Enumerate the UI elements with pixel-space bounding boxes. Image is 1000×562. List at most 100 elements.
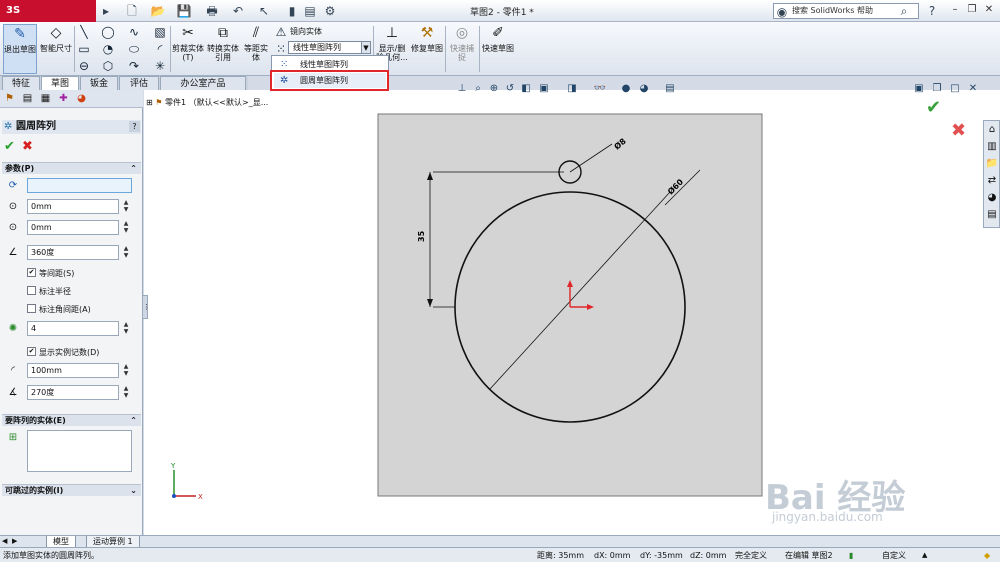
file-explorer-icon[interactable]: 📁 [985, 157, 999, 171]
appearances-icon[interactable]: ◕ [985, 191, 999, 205]
confirm-cancel-icon[interactable]: ✖ [951, 120, 966, 141]
triad-origin [172, 494, 176, 498]
home-icon[interactable]: ⌂ [985, 123, 999, 137]
select-arrow-icon[interactable]: ↖ [256, 3, 272, 19]
radius-input[interactable]: 100mm [27, 363, 119, 378]
dimxpert-icon[interactable]: ✚ [56, 92, 71, 106]
entities-section-header[interactable]: 要阵列的实体(E) ⌃ [2, 414, 141, 426]
show-count-checkbox[interactable]: ✔ [27, 347, 36, 356]
configuration-icon[interactable]: ▦ [38, 92, 53, 106]
arc-icon[interactable]: ◔ [100, 41, 116, 57]
sketch-fillet-icon[interactable]: ↷ [126, 58, 142, 74]
repair-sketch-button[interactable]: ⚒ 修复草图 [411, 24, 443, 74]
center-y-input[interactable]: 0mm [27, 220, 119, 235]
pattern-select[interactable]: 线性草图阵列 [288, 41, 370, 54]
cancel-button[interactable]: ✖ [22, 139, 33, 154]
ellipse-icon[interactable]: ⬭ [126, 41, 142, 57]
ok-button[interactable]: ✔ [4, 139, 15, 154]
sketch-canvas[interactable]: Ø8 Ø60 35 Y X [144, 90, 1000, 535]
print-icon[interactable]: 🖶 [204, 3, 220, 19]
undo-icon[interactable]: ↶ [230, 3, 246, 19]
tab-office-products[interactable]: 办公室产品 [160, 76, 246, 90]
confirm-ok-icon[interactable]: ✔ [926, 97, 941, 118]
quick-snaps-button[interactable]: ◎ 快速捕捉 [447, 24, 477, 74]
entities-listbox[interactable] [27, 430, 132, 472]
custom-properties-icon[interactable]: ▤ [985, 208, 999, 222]
params-section-header[interactable]: 参数(P) ⌃ [2, 162, 141, 174]
dim-radius-checkbox[interactable] [27, 286, 36, 295]
spline-icon[interactable]: ∿ [126, 24, 142, 40]
scroll-left-icon[interactable]: ◀ [2, 537, 7, 545]
tab-sketch[interactable]: 草图 [41, 76, 79, 90]
circle-icon[interactable]: ◯ [100, 24, 116, 40]
property-manager-icon[interactable]: ▤ [20, 92, 35, 106]
restore-icon[interactable]: ❐ [965, 3, 979, 17]
feature-tree-icon[interactable]: ⚑ [2, 92, 17, 106]
panel-splitter-handle[interactable]: ⋮ [142, 295, 150, 319]
options-gear-icon[interactable]: ⚙ [322, 3, 338, 19]
view-palette-icon[interactable]: ⇄ [985, 174, 999, 188]
center-y-spinner[interactable]: ▲ ▼ [120, 220, 132, 235]
center-x-spinner[interactable]: ▲ ▼ [120, 199, 132, 214]
collapse-icon[interactable]: ⌃ [130, 415, 137, 427]
mirror-entities-button[interactable]: 镜向实体 [290, 26, 322, 37]
help-icon[interactable]: ? [924, 3, 940, 19]
tab-evaluate[interactable]: 评估 [119, 76, 159, 90]
radius-spinner[interactable]: ▲ ▼ [120, 363, 132, 378]
angle-spinner[interactable]: ▲ ▼ [120, 245, 132, 260]
tab-features[interactable]: 特征 [2, 76, 40, 90]
dimension-grid-icon[interactable]: ▧ [152, 24, 168, 40]
angle-icon: ∠ [8, 247, 18, 258]
quick-snap-icon: ◎ [455, 25, 469, 41]
smart-dimension-button[interactable]: ◇ 智能尺寸 [39, 24, 73, 74]
close-icon[interactable]: ✕ [982, 3, 996, 17]
file-properties-icon[interactable]: ▤ [302, 3, 318, 19]
trim-entities-button[interactable]: ✂ 剪裁实体(T) [172, 24, 204, 74]
rapid-sketch-button[interactable]: ✐ 快速草图 [481, 24, 515, 74]
slot-icon[interactable]: ⊖ [76, 58, 92, 74]
offset-entities-button[interactable]: ⫽ 等距实体 [242, 24, 270, 74]
instances-input[interactable]: 4 [27, 321, 119, 336]
open-folder-icon[interactable]: 📂 [150, 3, 166, 19]
circular-pattern-icon: ✲ [4, 121, 13, 132]
dimension-vertical[interactable]: 35 [417, 230, 426, 242]
pm-help-button[interactable]: ? [129, 121, 140, 132]
exit-sketch-button[interactable]: ✎ 退出草图 [3, 24, 37, 74]
line-icon[interactable]: ╲ [76, 24, 92, 40]
design-library-icon[interactable]: ▥ [985, 140, 999, 154]
center-point-input[interactable] [27, 178, 132, 193]
notification-icon[interactable]: ◆ [984, 548, 990, 562]
angle-input[interactable]: 360度 [27, 245, 119, 260]
rebuild-icon[interactable]: ▮ [849, 548, 853, 562]
fillet-icon[interactable]: ◜ [152, 41, 168, 57]
scroll-right-icon[interactable]: ▶ [12, 537, 17, 545]
arc-angle-input[interactable]: 270度 [27, 385, 119, 400]
collapse-icon[interactable]: ⌃ [130, 163, 137, 175]
tab-sheet-metal[interactable]: 钣金 [80, 76, 118, 90]
traffic-light-icon[interactable]: ▮ [284, 3, 300, 19]
triad-y-label: Y [170, 462, 176, 470]
display-manager-icon[interactable]: ◕ [74, 92, 89, 106]
status-custom[interactable]: 自定义 [882, 548, 906, 562]
status-dy: dY: -35mm [640, 551, 683, 560]
arc-angle-spinner[interactable]: ▲ ▼ [120, 385, 132, 400]
convert-entities-button[interactable]: ⧉ 转换实体引用 [206, 24, 240, 74]
dim-angle-spacing-checkbox[interactable] [27, 304, 36, 313]
expand-icon[interactable]: ⌄ [130, 485, 137, 497]
dim-angle-spacing-label: 标注角间距(A) [39, 305, 91, 314]
units-dropdown-icon[interactable]: ▲ [922, 548, 927, 562]
triad-x-label: X [198, 493, 203, 501]
skip-section-header[interactable]: 可跳过的实例(I) ⌄ [2, 484, 141, 496]
rectangle-icon[interactable]: ▭ [76, 41, 92, 57]
save-icon[interactable]: 💾 [176, 3, 192, 19]
new-document-icon[interactable]: 🗋 [124, 3, 140, 19]
search-icon[interactable]: ⌕ [896, 3, 912, 19]
center-x-input[interactable]: 0mm [27, 199, 119, 214]
chevron-down-icon[interactable]: ▼ [361, 41, 371, 54]
minimize-icon[interactable]: – [948, 3, 962, 17]
equal-spacing-checkbox[interactable]: ✔ [27, 268, 36, 277]
polygon-icon[interactable]: ⬡ [100, 58, 116, 74]
point-icon[interactable]: ✳ [152, 58, 168, 74]
menu-arrow-icon[interactable]: ▸ [98, 3, 114, 19]
instances-spinner[interactable]: ▲ ▼ [120, 321, 132, 336]
